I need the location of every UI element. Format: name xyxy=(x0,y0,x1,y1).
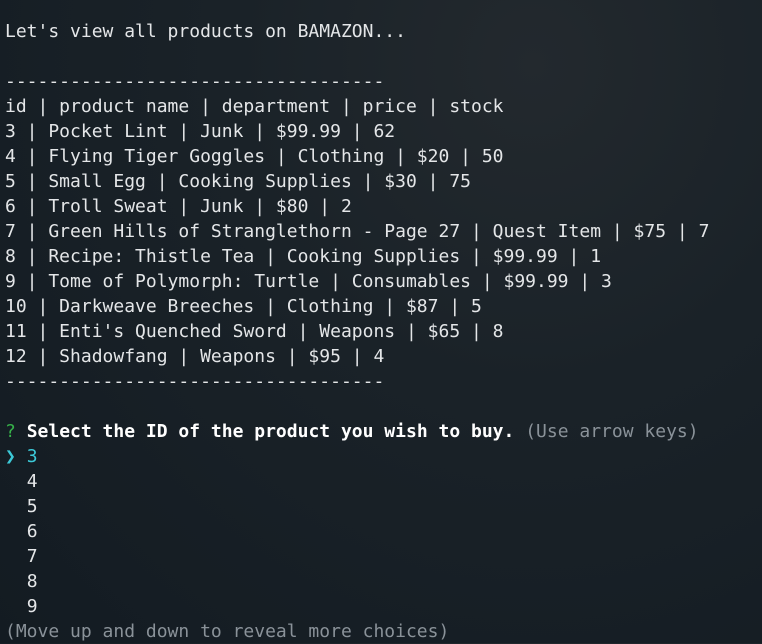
choice-option-label: 6 xyxy=(26,521,38,542)
table-divider-bottom: ----------------------------------- xyxy=(5,371,385,392)
choice-option-label: 9 xyxy=(26,596,38,617)
pointer-icon: ❯ xyxy=(5,446,16,467)
table-row: 3 | Pocket Lint | Junk | $99.99 | 62 xyxy=(5,121,396,142)
choice-option[interactable]: 5 xyxy=(5,494,757,519)
table-row: 7 | Green Hills of Stranglethorn - Page … xyxy=(5,221,710,242)
intro-line: Let's view all products on BAMAZON... xyxy=(5,21,406,42)
table-row: 10 | Darkweave Breeches | Clothing | $87… xyxy=(5,296,482,317)
table-row: 12 | Shadowfang | Weapons | $95 | 4 xyxy=(5,346,385,367)
terminal-output: Let's view all products on BAMAZON... --… xyxy=(5,19,757,644)
table-row: 8 | Recipe: Thistle Tea | Cooking Suppli… xyxy=(5,246,602,267)
choice-option[interactable]: 4 xyxy=(5,469,757,494)
choice-option[interactable]: 7 xyxy=(5,544,757,569)
table-row: 4 | Flying Tiger Goggles | Clothing | $2… xyxy=(5,146,504,167)
question-mark-icon: ? xyxy=(5,421,16,442)
table-header: id | product name | department | price |… xyxy=(5,96,504,117)
choice-option[interactable]: 8 xyxy=(5,569,757,594)
prompt-hint: (Use arrow keys) xyxy=(525,421,699,442)
choice-option-label: 3 xyxy=(26,446,38,467)
table-row: 6 | Troll Sweat | Junk | $80 | 2 xyxy=(5,196,352,217)
choice-option-label: 7 xyxy=(26,546,38,567)
choice-option-label: 4 xyxy=(26,471,38,492)
table-row: 11 | Enti's Quenched Sword | Weapons | $… xyxy=(5,321,504,342)
choice-option-label: 8 xyxy=(26,571,38,592)
table-divider-top: ----------------------------------- xyxy=(5,71,385,92)
choice-option-label: 5 xyxy=(26,496,38,517)
choice-option-selected[interactable]: ❯ 3 xyxy=(5,444,757,469)
table-row: 5 | Small Egg | Cooking Supplies | $30 |… xyxy=(5,171,471,192)
prompt-line: ? Select the ID of the product you wish … xyxy=(5,419,757,444)
prompt-question: Select the ID of the product you wish to… xyxy=(26,421,515,442)
choice-option[interactable]: 9 xyxy=(5,594,757,619)
choice-option[interactable]: 6 xyxy=(5,519,757,544)
prompt-footer-hint: (Move up and down to reveal more choices… xyxy=(5,621,450,642)
table-row: 9 | Tome of Polymorph: Turtle | Consumab… xyxy=(5,271,612,292)
